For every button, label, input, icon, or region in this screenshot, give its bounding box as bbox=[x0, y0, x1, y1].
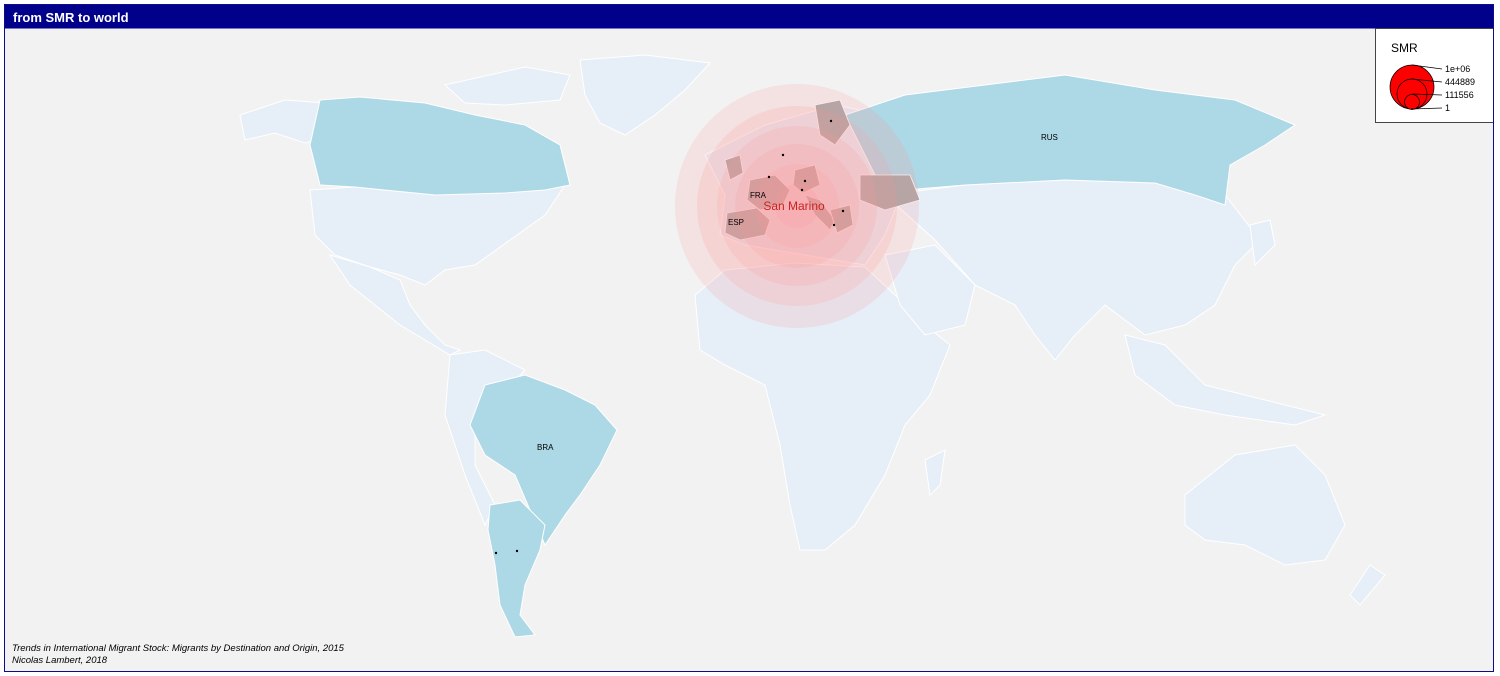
legend-value-111556: 111556 bbox=[1445, 90, 1474, 100]
label-esp: ESP bbox=[728, 218, 744, 227]
legend-circle-111556 bbox=[1404, 94, 1420, 110]
source-line: Trends in International Migrant Stock: M… bbox=[12, 643, 344, 654]
japan-shape bbox=[1249, 219, 1276, 267]
arctic-islands-shape bbox=[443, 66, 571, 106]
dot-uk bbox=[781, 153, 785, 157]
legend-box: SMR 1e+06 444889 111556 1 bbox=[1375, 28, 1493, 123]
title-bar: from SMR to world bbox=[5, 5, 1493, 29]
legend-value-444889: 444889 bbox=[1445, 77, 1476, 87]
legend-circles bbox=[1389, 64, 1443, 110]
source-note: Trends in International Migrant Stock: M… bbox=[12, 643, 344, 667]
legend-value-1: 1 bbox=[1445, 103, 1451, 113]
world-map: RUS FRA ESP BRA San Marino bbox=[239, 54, 1386, 638]
dot-germany bbox=[803, 179, 807, 183]
dot-argentina-west bbox=[494, 551, 498, 555]
dot-switzerland bbox=[800, 188, 804, 192]
madagascar-shape bbox=[924, 449, 946, 497]
argentina-shape bbox=[487, 499, 546, 638]
southeast-asia-shape bbox=[1124, 334, 1327, 426]
dot-france-north bbox=[767, 175, 771, 179]
origin-label: San Marino bbox=[763, 199, 825, 213]
dot-argentina-east bbox=[515, 549, 519, 553]
label-bra: BRA bbox=[537, 443, 554, 452]
new-zealand-shape bbox=[1349, 564, 1386, 606]
canada-shape bbox=[309, 96, 571, 196]
map-title: from SMR to world bbox=[13, 10, 129, 25]
dot-balkans bbox=[841, 209, 845, 213]
dot-scandinavia bbox=[829, 119, 833, 123]
author-line: Nicolas Lambert, 2018 bbox=[12, 655, 108, 666]
label-rus: RUS bbox=[1041, 133, 1058, 142]
dot-greece bbox=[832, 223, 836, 227]
map-frame: RUS FRA ESP BRA San Marino from SMR to w… bbox=[4, 4, 1494, 672]
australia-shape bbox=[1184, 444, 1346, 566]
legend-value-1e6: 1e+06 bbox=[1445, 64, 1471, 74]
greenland-shape bbox=[579, 54, 712, 136]
